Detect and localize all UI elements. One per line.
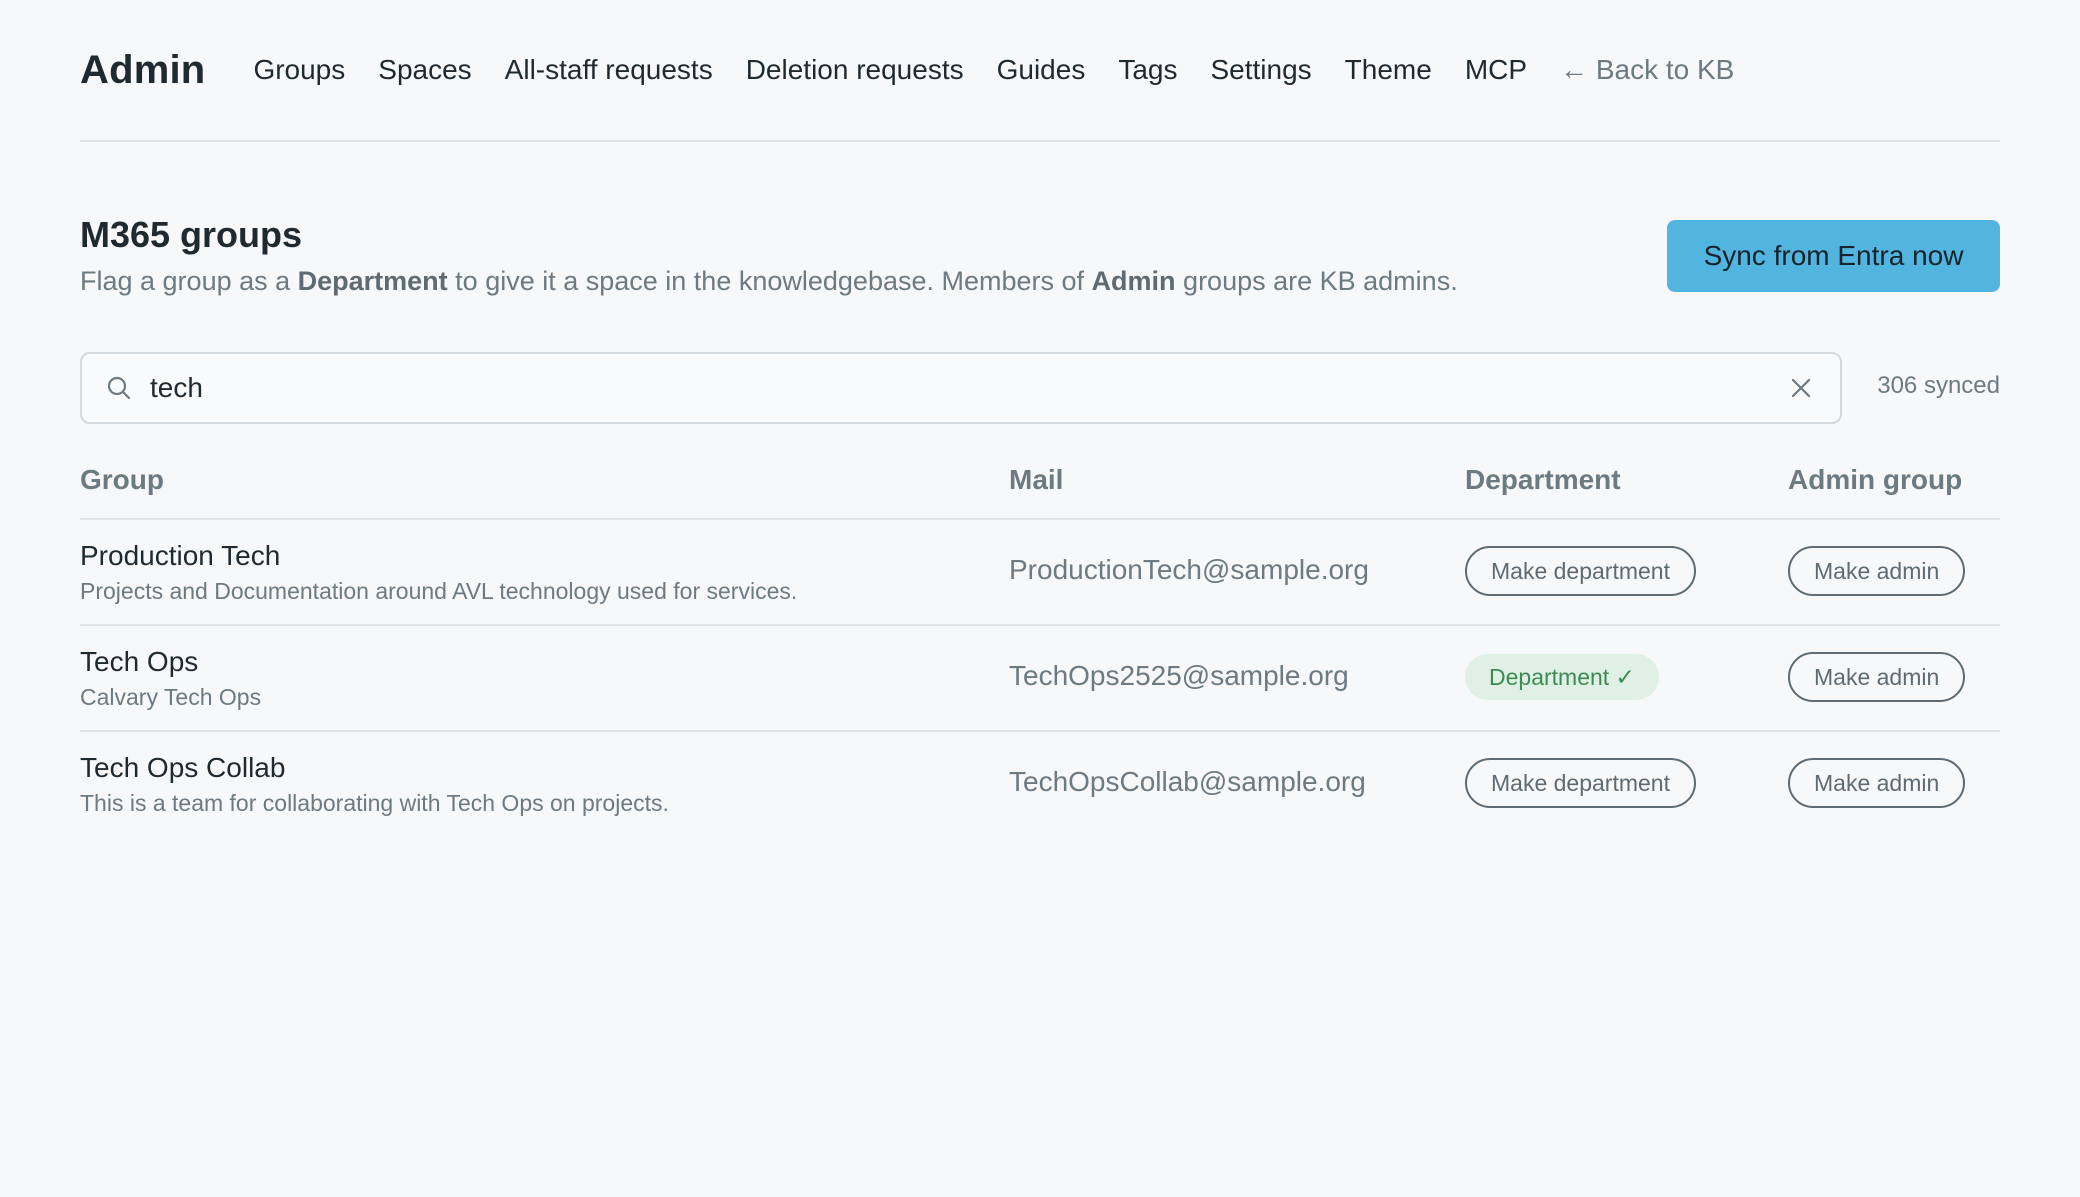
department-status-badge[interactable]: Department ✓ — [1465, 654, 1659, 700]
nav-all-staff-requests[interactable]: All-staff requests — [505, 54, 713, 86]
admin-cell: Make admin — [1788, 652, 1966, 702]
search-row: 306 synced — [80, 352, 2000, 444]
department-cell: Make department — [1465, 546, 1696, 596]
section-description: Flag a group as a Department to give it … — [80, 266, 1458, 297]
group-name: Tech Ops — [80, 646, 199, 677]
group-mail: TechOps2525@sample.org — [1009, 660, 1349, 691]
section-title: M365 groups — [80, 214, 303, 255]
group-mail: ProductionTech@sample.org — [1009, 554, 1369, 585]
column-header-mail: Mail — [1009, 464, 1064, 495]
make-department-button[interactable]: Make department — [1465, 758, 1696, 808]
search-box[interactable] — [80, 352, 1842, 424]
department-cell: Department ✓ — [1465, 652, 1659, 700]
group-name: Production Tech — [80, 540, 281, 571]
nav-links: Groups Spaces All-staff requests Deletio… — [253, 54, 1767, 86]
desc-bold-admin: Admin — [1091, 266, 1176, 296]
search-icon — [107, 376, 131, 400]
nav-deletion-requests[interactable]: Deletion requests — [746, 54, 964, 86]
make-admin-button[interactable]: Make admin — [1788, 652, 1966, 702]
table-header: Group Mail Department Admin group — [80, 440, 2000, 520]
make-admin-button[interactable]: Make admin — [1788, 546, 1966, 596]
desc-text-3: groups are KB admins. — [1175, 266, 1458, 296]
desc-text-2: to give it a space in the knowledgebase.… — [447, 266, 1092, 296]
group-mail: TechOpsCollab@sample.org — [1009, 766, 1366, 797]
nav-guides[interactable]: Guides — [997, 54, 1086, 86]
nav-settings[interactable]: Settings — [1210, 54, 1311, 86]
group-name: Tech Ops Collab — [80, 752, 286, 783]
group-description: This is a team for collaborating with Te… — [80, 790, 669, 816]
nav-mcp[interactable]: MCP — [1465, 54, 1527, 86]
nav-groups[interactable]: Groups — [253, 54, 345, 86]
top-nav: Admin Groups Spaces All-staff requests D… — [80, 0, 2000, 142]
nav-spaces[interactable]: Spaces — [378, 54, 471, 86]
group-description: Projects and Documentation around AVL te… — [80, 578, 798, 604]
nav-theme[interactable]: Theme — [1345, 54, 1432, 86]
admin-cell: Make admin — [1788, 758, 1966, 808]
make-department-button[interactable]: Make department — [1465, 546, 1696, 596]
close-icon[interactable] — [1790, 377, 1812, 399]
back-to-kb-link[interactable]: ← Back to KB — [1560, 54, 1734, 86]
search-input[interactable] — [148, 371, 1790, 405]
page: Admin Groups Spaces All-staff requests D… — [80, 0, 2000, 816]
section-header: M365 groups Flag a group as a Department… — [80, 142, 2000, 352]
synced-count: 306 synced — [1877, 372, 2000, 399]
department-cell: Make department — [1465, 758, 1696, 808]
group-description: Calvary Tech Ops — [80, 684, 262, 710]
column-header-admin-group: Admin group — [1788, 464, 1963, 495]
admin-cell: Make admin — [1788, 546, 1966, 596]
column-header-department: Department — [1465, 464, 1621, 495]
sync-from-entra-button[interactable]: Sync from Entra now — [1667, 220, 2000, 292]
groups-table: Group Mail Department Admin group Produc… — [80, 440, 2000, 836]
table-row: Production Tech Projects and Documentati… — [80, 520, 2000, 626]
nav-tags[interactable]: Tags — [1118, 54, 1177, 86]
table-row: Tech Ops Calvary Tech Ops TechOps2525@sa… — [80, 626, 2000, 732]
table-row: Tech Ops Collab This is a team for colla… — [80, 732, 2000, 836]
brand-title: Admin — [80, 47, 206, 92]
desc-text-1: Flag a group as a — [80, 266, 298, 296]
desc-bold-department: Department — [297, 266, 448, 296]
column-header-group: Group — [80, 464, 164, 495]
make-admin-button[interactable]: Make admin — [1788, 758, 1966, 808]
